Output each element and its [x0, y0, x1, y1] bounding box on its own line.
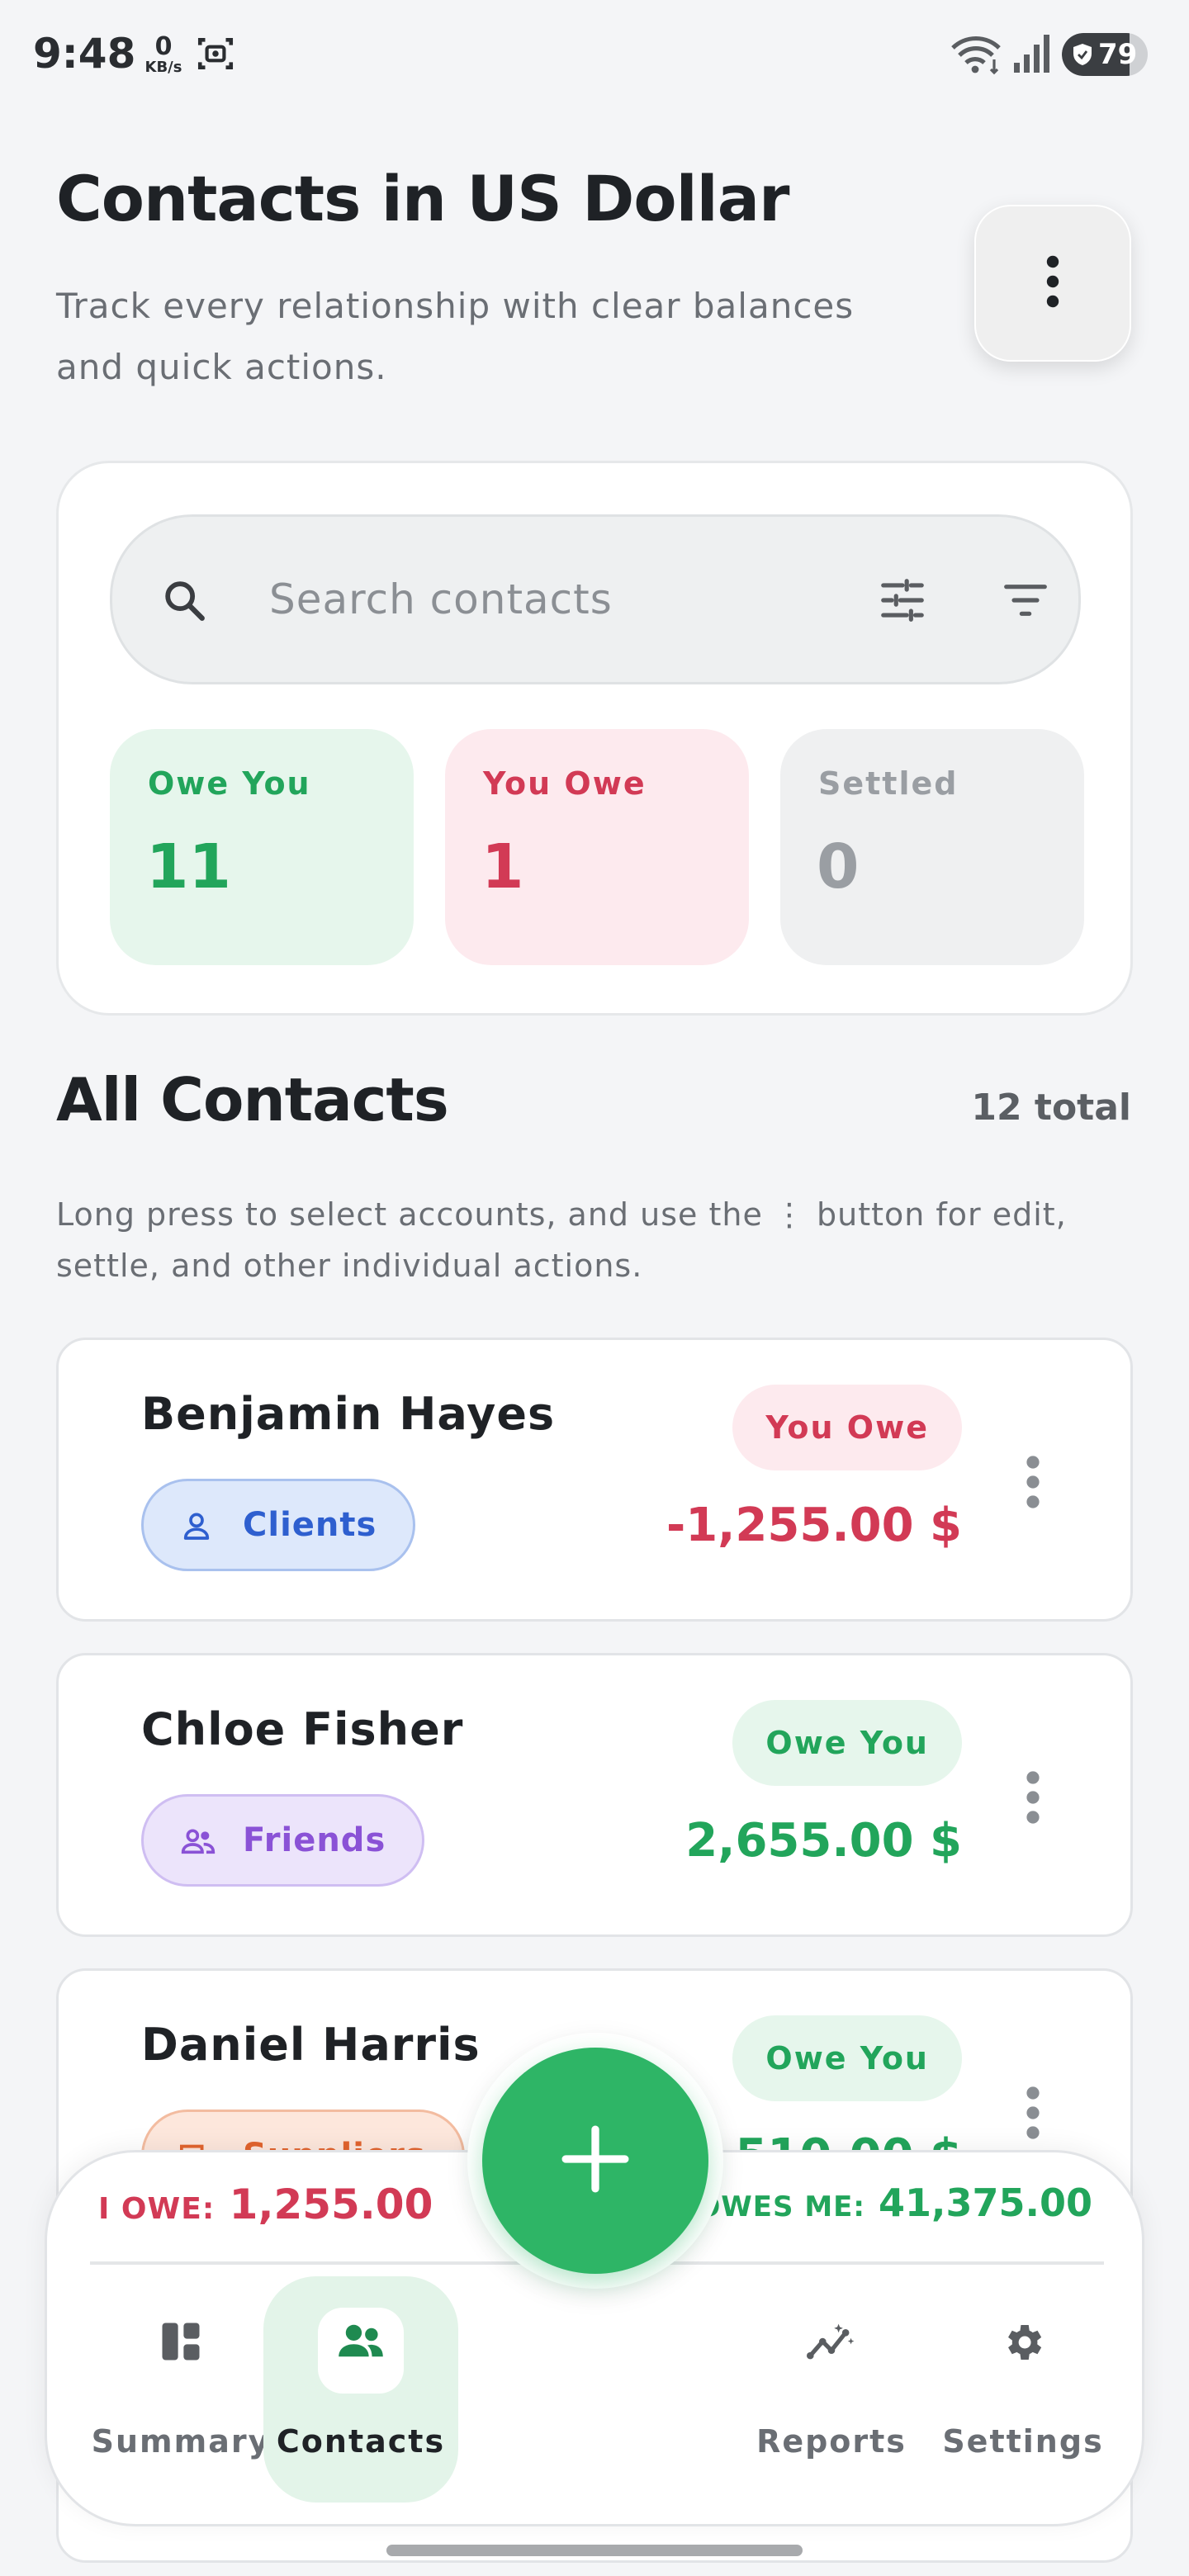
stat-value: 11 — [146, 831, 231, 902]
contact-amount: 2,655.00 $ — [685, 1814, 962, 1868]
status-badge: Owe You — [732, 1700, 962, 1786]
tune-icon[interactable] — [877, 575, 928, 629]
tag-clients: Clients — [141, 1479, 416, 1571]
status-badge: Owe You — [732, 2015, 962, 2101]
nav-item-reports[interactable]: Reports — [734, 2276, 929, 2503]
tag-label: Friends — [243, 1821, 386, 1859]
battery-level: 79 — [1098, 38, 1138, 71]
owes-me-label: OWES ME: — [696, 2190, 865, 2223]
row-menu-button[interactable] — [1018, 1768, 1048, 1827]
nav-label: Contacts — [276, 2423, 446, 2460]
owes-me-value: 41,375.00 — [879, 2181, 1092, 2225]
contact-name: Daniel Harris — [141, 2019, 481, 2071]
stat-tile-owe-you[interactable]: Owe You 11 — [110, 729, 414, 965]
nav-label: Settings — [942, 2423, 1104, 2460]
i-owe-label: I OWE: — [98, 2192, 216, 2226]
more-vert-icon — [1045, 255, 1061, 311]
more-vert-icon — [1026, 2086, 1040, 2139]
more-vert-icon — [1026, 1456, 1040, 1508]
shield-icon — [1072, 43, 1093, 69]
i-owe-total: I OWE: 1,255.00 — [98, 2181, 433, 2228]
contact-card[interactable]: Benjamin Hayes Clients You Owe -1,255.00… — [56, 1338, 1133, 1622]
tag-label: Clients — [243, 1506, 377, 1544]
page-subtitle: Track every relationship with clear bala… — [56, 286, 855, 387]
stat-tile-you-owe[interactable]: You Owe 1 — [445, 729, 749, 965]
nav-item-contacts[interactable]: Contacts — [263, 2276, 458, 2503]
row-menu-button[interactable] — [1018, 2083, 1048, 2143]
row-menu-button[interactable] — [1018, 1452, 1048, 1512]
group-icon — [181, 1829, 216, 1854]
more-options-button[interactable] — [974, 205, 1131, 362]
contact-amount: -1,255.00 $ — [666, 1499, 962, 1552]
plus-icon — [560, 2124, 631, 2198]
stat-label: You Owe — [483, 765, 647, 802]
section-title: All Contacts — [56, 1065, 449, 1134]
nav-item-summary[interactable]: Summary — [83, 2276, 278, 2503]
stat-label: Settled — [818, 765, 959, 802]
status-badge: You Owe — [732, 1385, 962, 1470]
section-hint: Long press to select accounts, and use t… — [56, 1196, 1067, 1284]
gear-icon — [1000, 2319, 1046, 2369]
contact-name: Benjamin Hayes — [141, 1388, 556, 1440]
tag-friends: Friends — [141, 1794, 425, 1887]
nav-item-settings[interactable]: Settings — [926, 2276, 1120, 2503]
person-icon — [183, 1513, 210, 1540]
status-bar: 9:48 0 KB/s 79 — [0, 0, 1189, 116]
nav-label: Summary — [91, 2423, 271, 2460]
network-speed-value: 0 — [154, 32, 173, 61]
insights-icon — [807, 2319, 856, 2367]
nav-label: Reports — [756, 2423, 907, 2460]
stat-value: 1 — [481, 831, 524, 902]
status-time: 9:48 — [33, 30, 136, 78]
stat-value: 0 — [817, 831, 860, 902]
search-icon — [160, 576, 208, 627]
search-bar — [110, 514, 1081, 684]
network-speed-unit: KB/s — [144, 59, 182, 76]
home-indicator[interactable] — [386, 2545, 803, 2556]
search-card: Owe You 11 You Owe 1 Settled 0 — [56, 461, 1133, 1016]
contacts-count: 12 total — [971, 1087, 1131, 1129]
contact-card[interactable]: Chloe Fisher Friends Owe You 2,655.00 $ — [56, 1653, 1133, 1937]
page-title: Contacts in US Dollar — [56, 162, 789, 235]
owes-me-total: OWES ME: 41,375.00 — [696, 2181, 1092, 2225]
network-speed: 0 KB/s — [140, 35, 187, 76]
stat-label: Owe You — [148, 765, 311, 802]
dashboard-icon — [159, 2319, 203, 2367]
wifi-icon — [950, 33, 1002, 79]
more-vert-icon — [1026, 1771, 1040, 1824]
contacts-icon — [336, 2319, 386, 2365]
signal-icon — [1012, 35, 1050, 78]
search-input[interactable] — [269, 558, 847, 641]
stat-tile-settled[interactable]: Settled 0 — [780, 729, 1084, 965]
i-owe-value: 1,255.00 — [229, 2181, 433, 2228]
contact-name: Chloe Fisher — [141, 1703, 464, 1755]
battery-indicator: 79 — [1062, 33, 1148, 76]
add-contact-button[interactable] — [482, 2048, 708, 2274]
filter-icon[interactable] — [1002, 580, 1049, 624]
screenshot-icon — [195, 33, 236, 78]
